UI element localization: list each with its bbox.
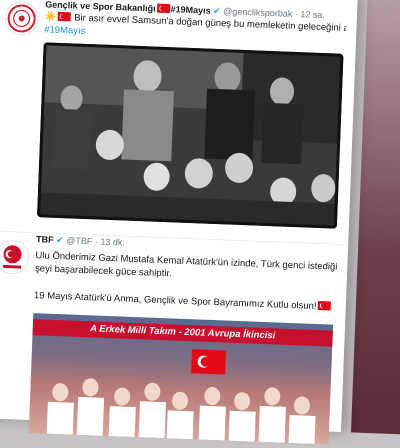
historical-photo-image — [37, 42, 344, 229]
account-hashtag: #19Mayıs — [170, 4, 211, 16]
tweet-text-line: 19 Mayıs Atatürk'ü Anma, Gençlik ve Spor… — [34, 289, 336, 314]
avatar[interactable] — [3, 0, 40, 37]
tweet-text-body: 19 Mayıs Atatürk'ü Anma, Gençlik ve Spor… — [33, 290, 317, 312]
tweet-tbf[interactable]: TBF ✔ @TBF · 13 dk. Ulu Önderimiz Gazi M… — [0, 229, 349, 446]
turkey-flag-icon — [57, 11, 71, 22]
handle[interactable]: @TBF — [66, 235, 93, 246]
team-photo-image — [46, 349, 316, 445]
tweet-photo[interactable]: A Erkek Milli Takım - 2001 Avrupa İkinci… — [28, 313, 334, 445]
tweet-content: Gençlik ve Spor Bakanlığı #19Mayıs ✔ @gen… — [37, 0, 347, 229]
tweet-photo[interactable] — [37, 42, 344, 229]
timeline[interactable]: Gençlik ve Spor Bakanlığı #19Mayıs ✔ @gen… — [0, 0, 358, 446]
turkey-flag-icon — [317, 301, 331, 311]
account-name[interactable]: TBF — [36, 234, 54, 245]
tweet-feed-scene: Gençlik ve Spor Bakanlığı #19Mayıs ✔ @gen… — [0, 0, 400, 446]
gsb-logo-icon — [7, 4, 36, 33]
timestamp[interactable]: 12 sa. — [300, 9, 325, 20]
verified-icon: ✔ — [212, 5, 221, 17]
avatar[interactable] — [0, 239, 31, 275]
turkey-flag-icon — [156, 3, 170, 14]
tweet-gsb[interactable]: Gençlik ve Spor Bakanlığı #19Mayıs ✔ @gen… — [0, 0, 357, 238]
background-edge — [350, 0, 400, 435]
tbf-logo-icon — [3, 245, 22, 269]
timestamp[interactable]: 13 dk. — [100, 237, 125, 248]
sun-emoji-icon: ☀️ — [44, 11, 57, 23]
verified-icon: ✔ — [55, 234, 64, 246]
tweet-content: TBF ✔ @TBF · 13 dk. Ulu Önderimiz Gazi M… — [28, 233, 338, 445]
